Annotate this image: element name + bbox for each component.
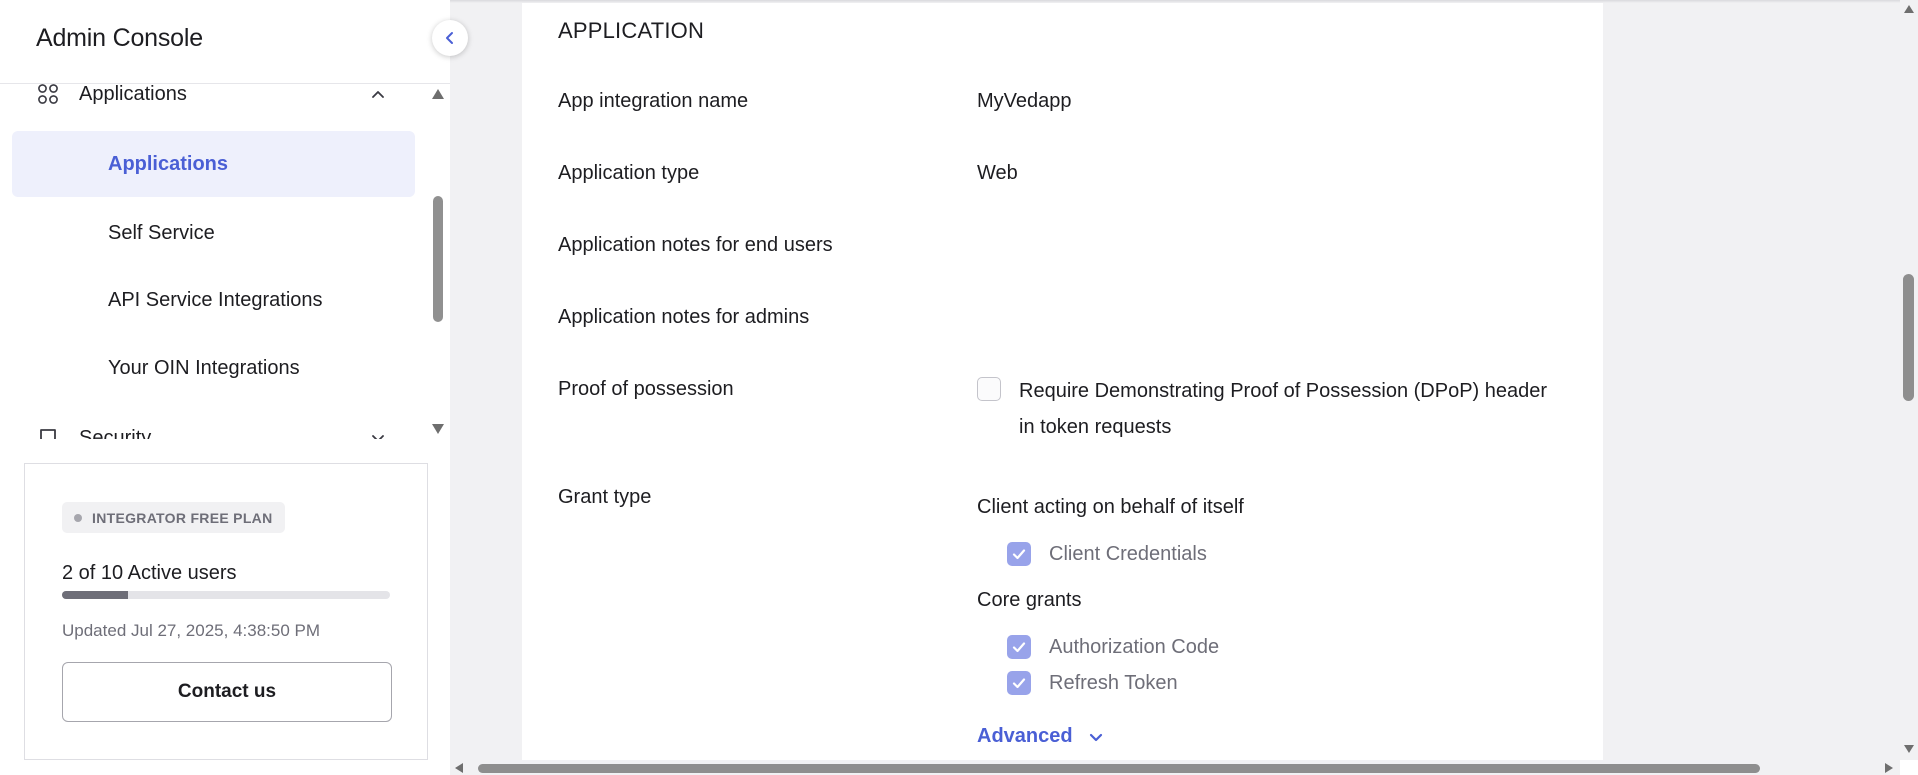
refresh-token-label[interactable]: Refresh Token — [1049, 672, 1178, 695]
scroll-down-arrow-icon[interactable] — [431, 423, 445, 435]
updated-timestamp: Updated Jul 27, 2025, 4:38:50 PM — [62, 621, 321, 640]
dpop-checkbox[interactable] — [977, 377, 1001, 401]
page-horizontal-scrollbar-thumb[interactable] — [478, 764, 1760, 773]
sidebar-item-label: Applications — [108, 152, 229, 175]
field-label-proof-of-possession: Proof of possession — [558, 378, 734, 400]
plan-card: INTEGRATOR FREE PLAN 2 of 10 Active user… — [24, 463, 428, 760]
nav-group-applications[interactable]: Applications — [0, 84, 430, 114]
sidebar-item-label: API Service Integrations — [108, 288, 323, 311]
nav-scrollbar-thumb[interactable] — [433, 196, 443, 322]
field-label-app-integration-name: App integration name — [558, 90, 749, 112]
grid-icon — [36, 84, 60, 106]
scroll-up-arrow-icon[interactable] — [431, 88, 445, 100]
active-users-count: 2 of 10 Active users — [62, 562, 237, 584]
field-value-application-type: Web — [977, 162, 1018, 184]
authorization-code-label[interactable]: Authorization Code — [1049, 636, 1219, 659]
scroll-left-arrow-icon[interactable] — [454, 762, 464, 774]
scroll-up-arrow-icon[interactable] — [1903, 4, 1915, 14]
checkmark-icon — [1012, 678, 1026, 689]
plan-badge: INTEGRATOR FREE PLAN — [62, 502, 285, 533]
usage-progress-fill — [62, 591, 128, 599]
dpop-checkbox-label[interactable]: Require Demonstrating Proof of Possessio… — [1019, 373, 1559, 445]
page-vertical-scrollbar-thumb[interactable] — [1903, 274, 1914, 401]
field-label-application-type: Application type — [558, 162, 700, 184]
top-shadow — [450, 0, 1900, 3]
sidebar-item-applications[interactable]: Applications — [12, 131, 415, 197]
shield-icon — [36, 426, 60, 439]
field-label-grant-type: Grant type — [558, 486, 652, 508]
sidebar-item-api-service-integrations[interactable]: API Service Integrations — [12, 267, 415, 333]
chevron-down-icon — [1089, 733, 1102, 741]
scroll-right-arrow-icon[interactable] — [1884, 762, 1894, 774]
client-credentials-checkbox[interactable] — [1007, 542, 1031, 566]
nav-group-label: Security — [79, 426, 152, 440]
page-horizontal-scrollbar[interactable] — [450, 760, 1900, 775]
checkmark-icon — [1012, 642, 1026, 653]
checkmark-icon — [1012, 549, 1026, 560]
chevron-down-icon — [368, 428, 388, 439]
client-credentials-label[interactable]: Client Credentials — [1049, 543, 1207, 566]
nav-group-label: Applications — [79, 84, 187, 105]
nav-scrollbar[interactable] — [429, 84, 449, 439]
status-dot — [74, 514, 82, 522]
sidebar-item-label: Self Service — [108, 221, 215, 244]
field-value-app-integration-name: MyVedapp — [977, 90, 1072, 112]
nav-menu: Applications Applications Self Service A… — [0, 84, 450, 439]
chevron-up-icon — [368, 84, 388, 104]
sidebar-item-label: Your OIN Integrations — [108, 356, 300, 379]
client-grants-heading: Client acting on behalf of itself — [977, 496, 1244, 518]
application-settings-card: APPLICATION App integration name MyVedap… — [522, 0, 1603, 760]
main-content: APPLICATION App integration name MyVedap… — [450, 0, 1900, 760]
refresh-token-checkbox[interactable] — [1007, 671, 1031, 695]
field-label-notes-admins: Application notes for admins — [558, 306, 810, 328]
advanced-toggle[interactable]: Advanced — [977, 725, 1105, 748]
contact-us-button[interactable]: Contact us — [62, 662, 392, 722]
sidebar-item-your-oin-integrations[interactable]: Your OIN Integrations — [12, 335, 415, 401]
sidebar-item-self-service[interactable]: Self Service — [12, 200, 415, 266]
brand-title: Admin Console — [36, 24, 203, 52]
plan-badge-label: INTEGRATOR FREE PLAN — [92, 509, 273, 526]
field-label-notes-end-users: Application notes for end users — [558, 234, 833, 256]
authorization-code-checkbox[interactable] — [1007, 635, 1031, 659]
sidebar: Admin Console Applications Applications … — [0, 0, 468, 775]
scroll-down-arrow-icon[interactable] — [1903, 744, 1915, 754]
advanced-label: Advanced — [977, 725, 1073, 747]
nav-group-security[interactable]: Security — [0, 418, 430, 439]
usage-progress-bar — [62, 591, 390, 599]
chevron-left-icon — [446, 32, 453, 44]
collapse-sidebar-button[interactable] — [432, 20, 468, 56]
page-vertical-scrollbar[interactable] — [1900, 0, 1918, 760]
core-grants-heading: Core grants — [977, 589, 1082, 611]
section-title: APPLICATION — [558, 18, 705, 43]
